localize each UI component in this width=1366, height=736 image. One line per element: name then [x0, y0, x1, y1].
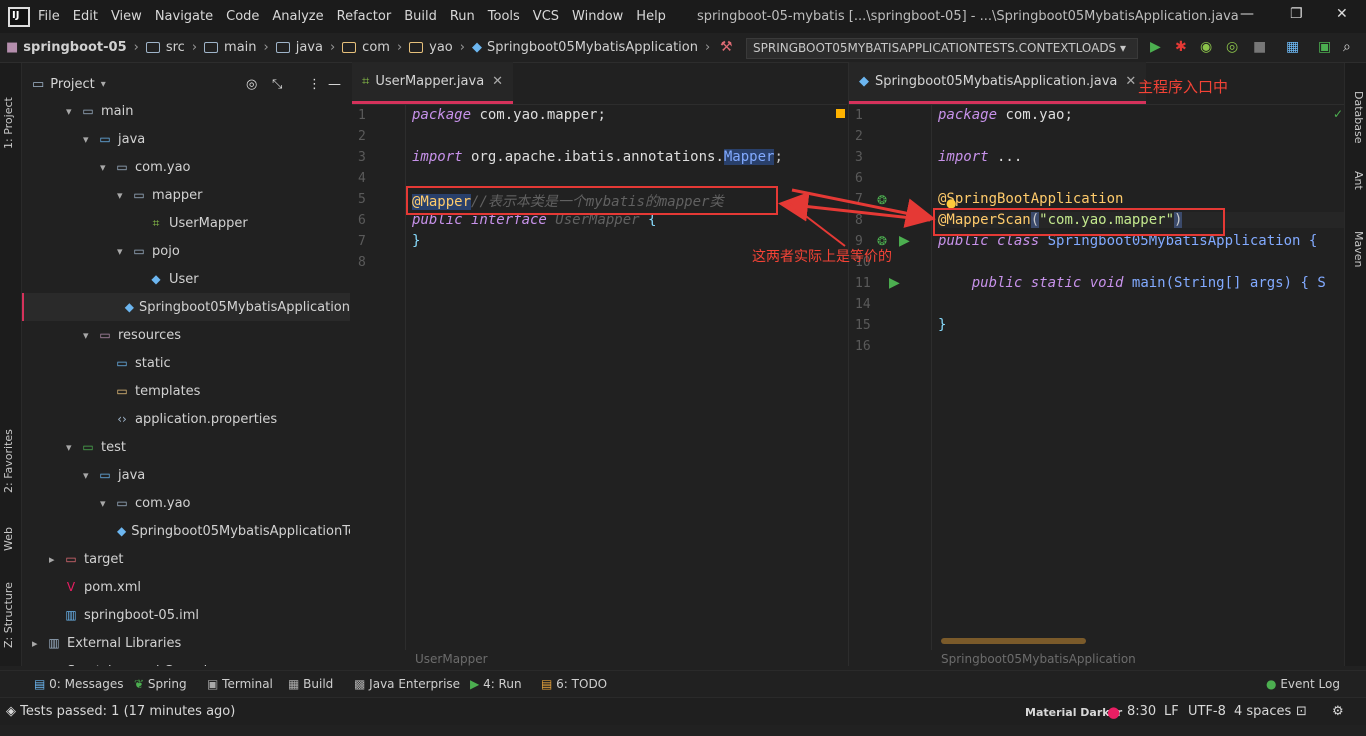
terminal-icon: ▣ [207, 677, 219, 691]
tool-todo[interactable]: ▤ 6: TODO [541, 677, 607, 691]
tool-run[interactable]: ▶ 4: Run [470, 677, 522, 691]
tool-spring[interactable]: ❦ Spring [134, 677, 187, 691]
messages-icon: ▤ [34, 677, 46, 691]
tests-passed-icon: ◈ [6, 704, 16, 719]
run-icon: ▶ [470, 677, 480, 691]
tool-messages[interactable]: ▤ 0: Messages [34, 677, 124, 691]
bottom-tool-bar: ▤ 0: Messages ❦ Spring ▣ Terminal ▦ Buil… [0, 670, 1366, 696]
tool-java-enterprise[interactable]: ▩ Java Enterprise [354, 677, 460, 691]
file-encoding[interactable]: UTF-8 [1188, 704, 1226, 719]
status-message[interactable]: ◈ Tests passed: 1 (17 minutes ago) [6, 704, 235, 719]
status-bar: ◈ Tests passed: 1 (17 minutes ago) Mater… [0, 697, 1366, 725]
indent-setting[interactable]: 4 spaces [1234, 704, 1291, 719]
arrow-to-mapper [778, 191, 931, 222]
line-separator[interactable]: LF [1164, 704, 1179, 719]
java-enterprise-icon: ▩ [354, 677, 366, 691]
tool-build[interactable]: ▦ Build [288, 677, 333, 691]
cursor-position[interactable]: 8:30 [1127, 704, 1156, 719]
inspector-icon[interactable]: ⚙ [1332, 704, 1344, 719]
event-log-icon: ● [1266, 677, 1277, 691]
tool-terminal[interactable]: ▣ Terminal [207, 677, 273, 691]
build-icon: ▦ [288, 677, 300, 691]
tool-event-log[interactable]: ● Event Log [1266, 677, 1340, 691]
todo-icon: ▤ [541, 677, 553, 691]
lock-icon[interactable]: ⊡ [1296, 704, 1307, 719]
annotation-arrows [778, 188, 936, 247]
theme-dot-icon: ● [1107, 703, 1121, 721]
spring-icon: ❦ [134, 677, 145, 691]
